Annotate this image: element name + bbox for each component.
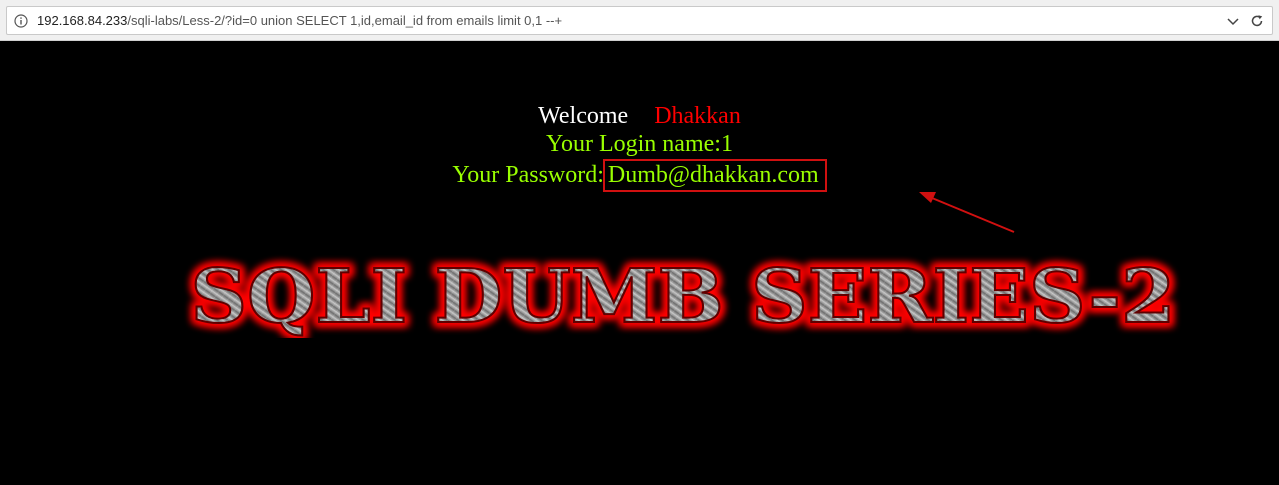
sqli-banner-logo: SQLI DUMB SERIES-2 SQLI DUMB SERIES-2 <box>187 250 1180 338</box>
banner-text: SQLI DUMB SERIES-2 <box>191 254 1176 338</box>
password-value-highlight: Dumb@dhakkan.com <box>602 159 827 192</box>
welcome-line: Welcome Dhakkan <box>0 102 1279 130</box>
chevron-down-icon[interactable] <box>1226 14 1240 28</box>
login-name-line: Your Login name:1 <box>546 131 733 157</box>
password-line: Your Password: Dumb@dhakkan.com <box>0 159 1279 192</box>
password-label: Your Password: <box>452 162 604 188</box>
welcome-name: Dhakkan <box>654 103 741 129</box>
address-bar[interactable]: 192.168.84.233/sqli-labs/Less-2/?id=0 un… <box>6 6 1273 35</box>
info-icon[interactable] <box>14 13 28 28</box>
reload-icon[interactable] <box>1250 14 1264 28</box>
browser-toolbar: 192.168.84.233/sqli-labs/Less-2/?id=0 un… <box>0 0 1279 41</box>
url-host: 192.168.84.233 <box>37 13 128 28</box>
url-text[interactable]: 192.168.84.233/sqli-labs/Less-2/?id=0 un… <box>37 13 1226 28</box>
welcome-label: Welcome <box>538 103 629 129</box>
url-path: /sqli-labs/Less-2/?id=0 union SELECT 1,i… <box>127 13 563 28</box>
page-content: Welcome Dhakkan Your Login name:1 Your Pa… <box>0 41 1279 485</box>
